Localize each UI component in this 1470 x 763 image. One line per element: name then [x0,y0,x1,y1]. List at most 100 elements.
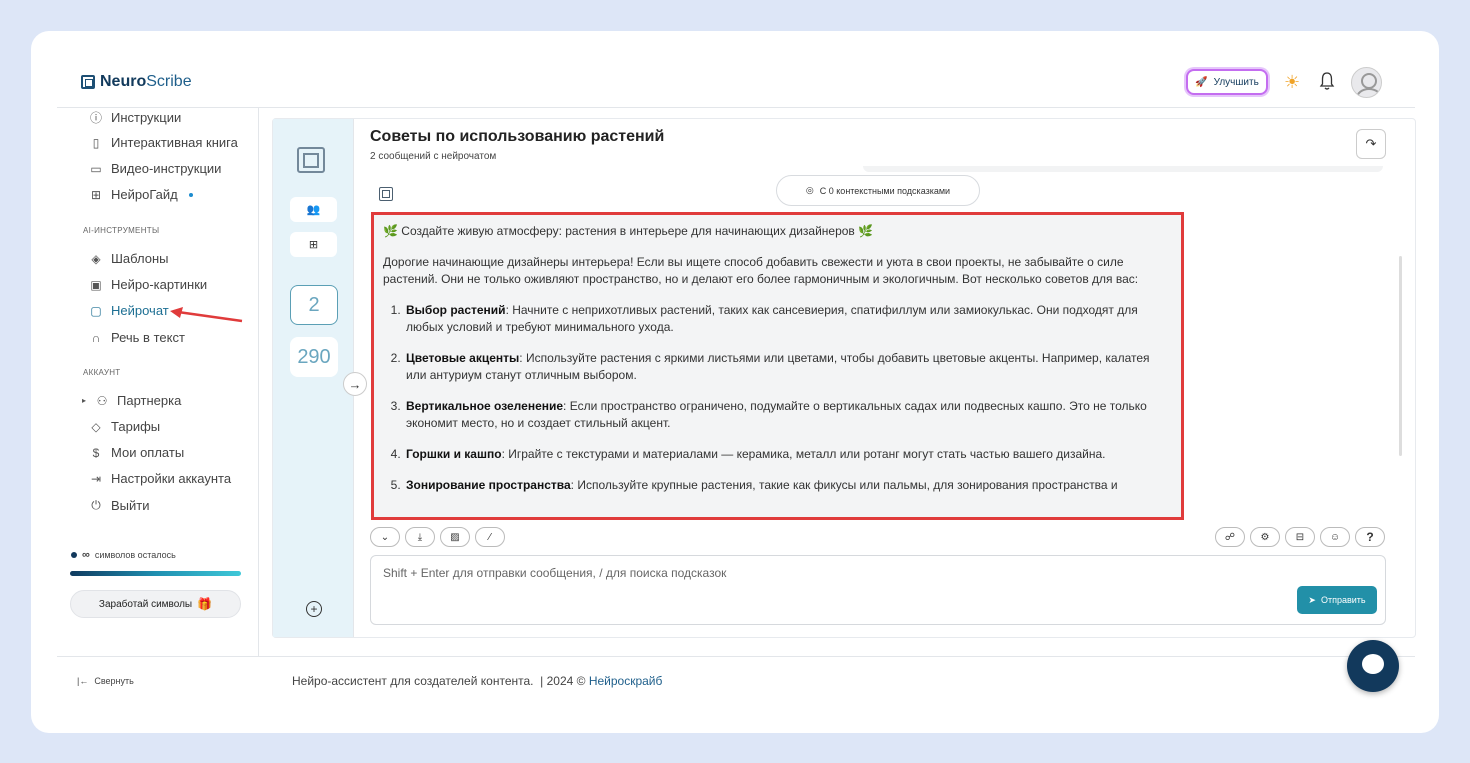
new-dot [188,192,193,197]
footer: Нейро-ассистент для создателей контента.… [292,674,662,688]
leaf-icon: 🌿 [383,224,398,238]
template-button[interactable]: ⊟ [1285,527,1315,547]
infinity-value: ∞ [82,549,90,561]
tips-list: Выбор растений: Начните с неприхотливых … [383,302,1172,494]
footer-text: Нейро-ассистент для создателей контента.… [292,674,589,688]
apps-grid-button[interactable]: ⊞ [290,232,337,257]
palette-icon: ◎ [805,185,814,195]
message-input[interactable] [383,566,1283,586]
share-icon: ↷ [1365,136,1377,151]
chat-title: Советы по использованию растений [370,128,665,145]
gift-icon: 🎁 [197,597,213,611]
avatar[interactable] [1351,67,1382,98]
share-button[interactable]: ↷ [1356,129,1386,159]
send-button[interactable]: ➤ Отправить [1297,586,1377,614]
message-input-box: ➤ Отправить [370,555,1386,625]
input-toolbar-left: ⌄ ⤓ ▨ ⁄ [370,527,505,547]
download-icon: ⤓ [417,531,423,543]
chat-subtitle: 2 сообщений с нейрочатом [370,151,497,162]
characters-label: символов осталось [94,550,176,560]
sidebar-item-payments[interactable]: $ Мои оплаты [89,445,185,460]
status-dot [71,552,77,558]
chat-rail: 👥 ⊞ 2 290 + [273,119,354,637]
sidebar: ⓘ Инструкции ▯ Интерактивная книга ▭ Вид… [57,108,259,656]
power-icon: ⏻ [91,498,101,512]
context-hints-button[interactable]: ◎ С 0 контекстными подсказками [776,175,980,206]
users-button[interactable]: 👥 [290,197,337,222]
sidebar-item-instructions[interactable]: ⓘ Инструкции [89,109,181,126]
token-count: 290 [290,337,338,377]
bot-button[interactable]: ☺ [1320,527,1350,547]
sidebar-item-templates[interactable]: ◈ Шаблоны [89,251,168,266]
magic-wand-button[interactable]: ⁄ [475,527,505,547]
list-item: Цветовые акценты: Используйте растения с… [404,350,1172,384]
scrollbar[interactable] [1399,256,1402,456]
question-icon: ? [1366,530,1374,544]
image-icon: ▣ [90,277,102,292]
chevron-right-icon: ▸ [81,396,86,405]
add-chat-button[interactable]: + [306,601,322,617]
bell-icon[interactable] [1319,71,1335,91]
plugin-button[interactable]: ☍ [1215,527,1245,547]
list-item: Горшки и кашпо: Играйте с текстурами и м… [404,446,1172,463]
download-button[interactable]: ⤓ [405,527,435,547]
message-heading: 🌿 Создайте живую атмосферу: растения в и… [383,224,874,238]
list-item: Выбор растений: Начните с неприхотливых … [404,302,1172,336]
footer-brand-link[interactable]: Нейроскрайб [589,674,663,688]
magic-wand-icon: ⁄ [489,531,491,543]
sidebar-item-neuroguide[interactable]: ⊞ НейроГайд [89,187,193,202]
guide-icon: ⊞ [90,187,102,202]
rocket-icon: 🚀 [1195,76,1208,88]
footer-divider [57,656,1415,657]
login-icon: ⇥ [90,471,102,486]
message-count[interactable]: 2 [290,285,338,325]
header-divider [57,107,1415,108]
collapse-sidebar-button[interactable]: |← Свернуть [77,676,134,686]
sidebar-item-speech-to-text[interactable]: ∩ Речь в текст [89,330,185,345]
upgrade-button[interactable]: 🚀 Улучшить [1186,69,1268,95]
question-icon: ⓘ [89,111,102,125]
gear-icon: ⚙ [1260,531,1270,543]
section-title-account: АККАУНТ [83,368,121,377]
message-intro: Дорогие начинающие дизайнеры интерьера! … [383,255,1139,286]
help-button[interactable]: ? [1355,527,1385,547]
theme-toggle-sun-icon[interactable]: ☀ [1284,72,1300,93]
robot-icon: ☺ [1329,531,1341,543]
sidebar-item-interactive-book[interactable]: ▯ Интерактивная книга [89,135,238,150]
logo-icon [81,75,95,89]
sidebar-item-logout[interactable]: ⏻ Выйти [89,498,149,513]
users-icon: 👥 [306,204,321,216]
list-item: Вертикальное озеленение: Если пространст… [404,398,1172,432]
characters-progress-bar [70,571,241,576]
characters-remaining: ∞ символов осталось [71,549,176,561]
sidebar-item-partner[interactable]: ▸ ⚇ Партнерка [81,393,181,408]
support-chat-button[interactable] [1347,640,1399,692]
arrow-right-icon: → [348,376,362,392]
app-window: NeuroScribe 🚀 Улучшить ☀ ⓘ Инструкции ▯ … [31,31,1439,733]
chat-icon: ▢ [90,303,102,318]
book-icon: ▯ [92,135,100,150]
neuroscribe-logo-icon [297,147,325,173]
layout-icon: ⊟ [1295,531,1305,543]
input-toolbar-right: ☍ ⚙ ⊟ ☺ ? [1215,527,1385,547]
chevrons-down-icon: ⌄ [380,531,390,543]
leaf-icon: 🌿 [858,224,874,238]
sidebar-item-neuro-images[interactable]: ▣ Нейро-картинки [89,277,207,292]
headphones-icon: ∩ [91,330,101,345]
assistant-message: 🌿 Создайте живую атмосферу: растения в и… [371,212,1184,520]
earn-symbols-button[interactable]: Заработай символы 🎁 [70,590,241,618]
sidebar-item-video[interactable]: ▭ Видео-инструкции [89,161,221,176]
expand-rail-button[interactable]: → [343,372,367,396]
chat-panel: 👥 ⊞ 2 290 + → Советы по использованию ра… [272,118,1416,638]
collapse-down-button[interactable]: ⌄ [370,527,400,547]
sidebar-item-account-settings[interactable]: ⇥ Настройки аккаунта [89,471,231,486]
section-title-ai: AI-ИНСТРУМЕНТЫ [83,226,160,235]
collapse-icon: |← [77,676,89,686]
annotation-arrow-icon [170,307,243,323]
sidebar-item-neurochat[interactable]: ▢ Нейрочат [89,303,168,318]
sidebar-item-tariffs[interactable]: ◇ Тарифы [89,419,160,434]
logo[interactable]: NeuroScribe [81,73,192,91]
layers-icon: ◈ [91,251,101,266]
image-button[interactable]: ▨ [440,527,470,547]
settings-button[interactable]: ⚙ [1250,527,1280,547]
